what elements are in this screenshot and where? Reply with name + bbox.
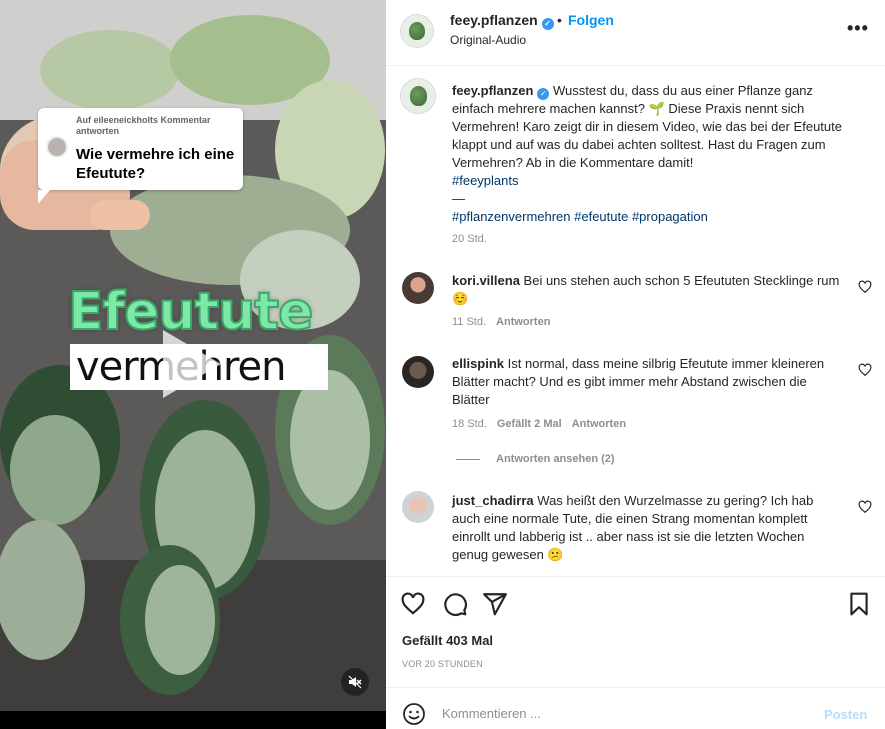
view-replies-label: Antworten ansehen (2) (496, 453, 615, 465)
caption-timestamp: 20 Std. (452, 233, 487, 245)
post-actions: Gefällt 403 Mal VOR 20 STUNDEN (386, 576, 885, 686)
comment-text: ellispink Ist normal, dass meine silbrig… (452, 355, 844, 409)
audio-label[interactable]: Original-Audio (450, 33, 526, 47)
post-comment-button[interactable]: Posten (824, 707, 867, 722)
post-age: VOR 20 STUNDEN (402, 659, 483, 669)
share-send-icon[interactable] (482, 591, 508, 617)
comment-meta: 11 Std. Antworten (452, 316, 550, 328)
reply-sticker: Auf eileeneickholts Kommentar antworten … (38, 108, 243, 204)
commenter-avatar[interactable] (402, 491, 434, 523)
likes-count[interactable]: Gefällt 403 Mal (402, 633, 493, 648)
header-separator-dot: • (557, 12, 562, 28)
mute-button[interactable] (341, 668, 369, 696)
video-player[interactable]: Auf eileeneickholts Kommentar antworten … (0, 0, 386, 711)
follow-button[interactable]: Folgen (568, 12, 614, 28)
comment-text: kori.villena Bei uns stehen auch schon 5… (452, 272, 844, 308)
comment-time: 18 Std. (452, 418, 487, 430)
author-username[interactable]: feey.pflanzen ✓ (450, 12, 554, 30)
post-details-panel: feey.pflanzen ✓ • Folgen Original-Audio •… (386, 0, 885, 729)
comment-like-icon[interactable] (858, 363, 872, 377)
comment-input[interactable] (442, 701, 812, 725)
verified-badge-icon: ✓ (541, 18, 554, 30)
commenter-username[interactable]: kori.villena (452, 273, 520, 288)
more-options-icon[interactable]: ••• (847, 18, 869, 39)
speaker-muted-icon (348, 675, 362, 689)
reply-sticker-meta: Auf eileeneickholts Kommentar antworten (76, 115, 211, 136)
reply-sticker-avatar (46, 136, 68, 158)
reply-button[interactable]: Antworten (496, 316, 550, 328)
commenter-avatar[interactable] (402, 356, 434, 388)
comment-body: Ist normal, dass meine silbrig Efeutute … (452, 356, 825, 407)
reply-sticker-question: Wie vermehre ich eine Efeutute? (76, 146, 235, 182)
emoji-icon[interactable] (402, 702, 426, 726)
author-avatar[interactable] (400, 14, 434, 48)
like-heart-icon[interactable] (400, 591, 426, 617)
comment-text: just_chadirra Was heißt den Wurzelmasse … (452, 492, 844, 564)
play-icon[interactable] (163, 330, 221, 398)
post-header: feey.pflanzen ✓ • Folgen Original-Audio •… (386, 0, 885, 66)
caption-separator: — (452, 191, 465, 206)
commenter-username[interactable]: just_chadirra (452, 493, 534, 508)
commenter-username[interactable]: ellispink (452, 356, 504, 371)
commenter-avatar[interactable] (402, 272, 434, 304)
comment-bubble-icon[interactable] (442, 591, 468, 617)
comment-like-icon[interactable] (858, 500, 872, 514)
reply-button[interactable]: Antworten (572, 418, 626, 430)
caption-verified-badge-icon: ✓ (537, 88, 550, 100)
comment-meta: 18 Std. Gefällt 2 Mal Antworten (452, 418, 626, 430)
comment-time: 11 Std. (452, 316, 487, 328)
bookmark-save-icon[interactable] (846, 591, 872, 617)
comment-like-icon[interactable] (858, 280, 872, 294)
hashtags-link[interactable]: #pflanzenvermehren #efeutute #propagatio… (452, 209, 708, 224)
hashtag-link[interactable]: #feeyplants (452, 173, 519, 188)
caption-avatar[interactable] (400, 78, 436, 114)
post-caption: feey.pflanzen ✓ Wusstest du, dass du aus … (452, 82, 852, 226)
caption-username[interactable]: feey.pflanzen (452, 83, 533, 98)
replies-divider-line (456, 458, 480, 460)
add-comment-bar: Posten (386, 687, 885, 729)
view-replies-button[interactable]: Antworten ansehen (2) (456, 453, 615, 465)
video-bottom-strip (0, 711, 386, 729)
comment-likes-count[interactable]: Gefällt 2 Mal (497, 418, 562, 430)
